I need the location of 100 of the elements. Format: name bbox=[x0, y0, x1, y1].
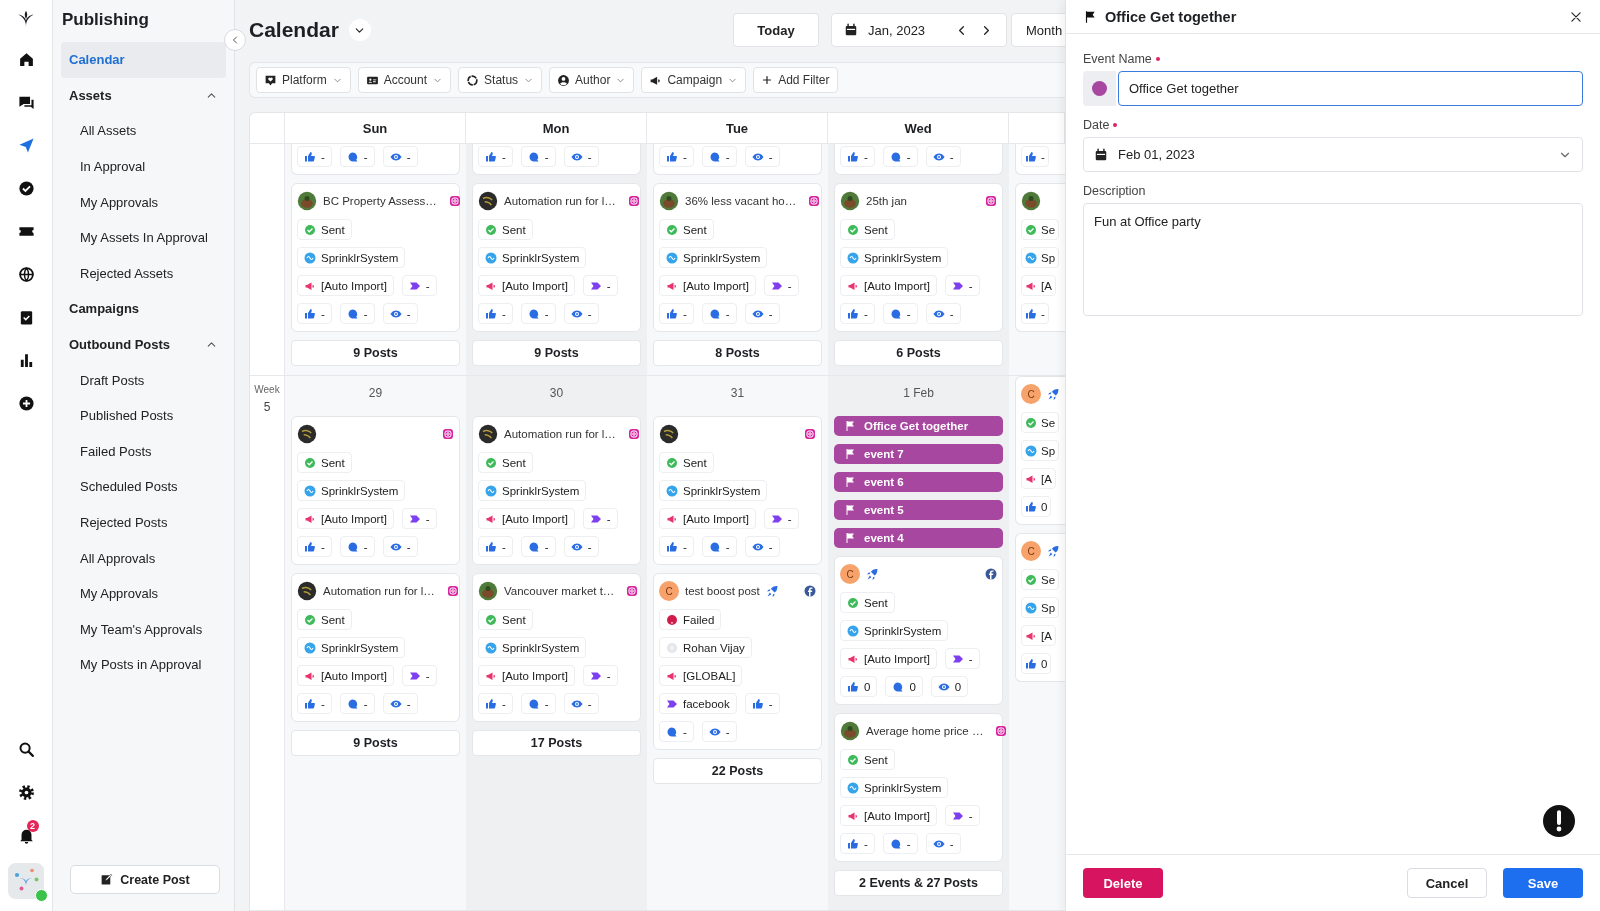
views-count: - bbox=[949, 837, 954, 850]
status-text: Sent bbox=[321, 223, 345, 236]
sidebar-item[interactable]: Published Posts bbox=[61, 397, 226, 434]
check-circle-icon[interactable] bbox=[17, 180, 35, 197]
settings-icon[interactable] bbox=[17, 784, 35, 801]
plus-circle-icon[interactable] bbox=[17, 395, 35, 412]
post-card[interactable]: C Se Sp [A 0 bbox=[1015, 533, 1065, 682]
post-title: Automation run for l… bbox=[323, 585, 435, 597]
sidebar-item[interactable]: All Assets bbox=[61, 113, 226, 149]
sidebar-item[interactable]: Outbound Posts bbox=[61, 326, 226, 363]
sidebar-item[interactable]: All Approvals bbox=[61, 540, 226, 576]
date-field[interactable]: Feb 01, 2023 bbox=[1083, 137, 1583, 172]
post-card[interactable]: Sent SprinklrSystem [Auto Import] - - - - bbox=[291, 416, 460, 565]
likes-count: - bbox=[864, 307, 868, 320]
filter-dropdown[interactable]: Account bbox=[357, 67, 452, 93]
sidebar-item[interactable]: Campaigns bbox=[61, 291, 226, 327]
sidebar-item[interactable]: My Team's Approvals bbox=[61, 611, 226, 648]
post-card[interactable]: 36% less vacant ho… Sent SprinklrSystem [Auto Import] - - - - bbox=[653, 183, 822, 332]
sidebar-item[interactable]: My Posts in Approval bbox=[61, 647, 226, 683]
search-icon[interactable] bbox=[17, 741, 35, 758]
save-button[interactable]: Save bbox=[1503, 868, 1583, 898]
status-text: Sent bbox=[321, 613, 345, 626]
sidebar-item[interactable]: Rejected Posts bbox=[61, 504, 226, 541]
today-button[interactable]: Today bbox=[733, 13, 819, 47]
tag-text: - bbox=[606, 669, 611, 682]
posts-count-button[interactable]: 8 Posts bbox=[653, 340, 822, 366]
posts-count-button[interactable]: 9 Posts bbox=[472, 340, 641, 366]
chat-icon[interactable] bbox=[17, 94, 35, 111]
posts-count-button[interactable]: 6 Posts bbox=[834, 340, 1003, 366]
post-card[interactable]: Automation run for l… Sent SprinklrSystem [Auto Import] - - - - bbox=[472, 416, 641, 565]
post-card[interactable]: - - - bbox=[834, 144, 1003, 175]
post-card[interactable]: - bbox=[1015, 144, 1065, 175]
sidebar-item[interactable]: My Approvals bbox=[61, 184, 226, 220]
views-count: - bbox=[587, 150, 592, 163]
add-filter-button[interactable]: Add Filter bbox=[753, 67, 838, 93]
filter-dropdown[interactable]: Status bbox=[458, 67, 543, 93]
post-card[interactable]: - - - bbox=[472, 144, 641, 175]
post-card[interactable]: Automation run for l… Sent SprinklrSystem [Auto Import] - - - - bbox=[291, 573, 460, 722]
event-bar[interactable]: event 7 bbox=[834, 444, 1003, 464]
likes-count: - bbox=[321, 307, 325, 320]
post-card[interactable]: Se Sp [A - bbox=[1015, 183, 1065, 332]
help-button[interactable] bbox=[1543, 805, 1575, 837]
field-label: Event Name bbox=[1083, 52, 1152, 66]
post-card[interactable]: C Sent SprinklrSystem [Auto Import] - 0 0 0 bbox=[834, 556, 1003, 705]
comment-icon bbox=[708, 150, 721, 163]
post-card[interactable]: - - - bbox=[291, 144, 460, 175]
sidebar-item[interactable]: Calendar bbox=[61, 42, 226, 78]
title-dropdown-button[interactable] bbox=[348, 19, 371, 41]
cancel-button[interactable]: Cancel bbox=[1407, 868, 1487, 898]
view-button[interactable]: Month bbox=[1011, 13, 1065, 47]
sidebar-item[interactable]: Assets bbox=[61, 77, 226, 114]
filter-dropdown[interactable]: Platform bbox=[256, 67, 351, 93]
tag-text: - bbox=[425, 279, 430, 292]
create-post-button[interactable]: Create Post bbox=[70, 865, 220, 894]
account-name: SprinklrSystem bbox=[864, 781, 942, 794]
posts-count-button[interactable]: 9 Posts bbox=[291, 340, 460, 366]
post-card[interactable]: BC Property Assess… Sent SprinklrSystem [Auto Import] - - - - bbox=[291, 183, 460, 332]
sidebar-item[interactable]: Failed Posts bbox=[61, 433, 226, 470]
event-bar[interactable]: event 5 bbox=[834, 500, 1003, 520]
post-card[interactable]: Sent SprinklrSystem [Auto Import] - - - - bbox=[653, 416, 822, 565]
sidebar-item[interactable]: Draft Posts bbox=[61, 362, 226, 398]
day-number: 30 bbox=[548, 385, 565, 402]
paper-plane-icon[interactable] bbox=[17, 137, 35, 154]
sidebar-item[interactable]: Rejected Assets bbox=[61, 255, 226, 292]
post-card[interactable]: Vancouver market t… Sent SprinklrSystem [Auto Import] - - - - bbox=[472, 573, 641, 722]
date-picker[interactable]: Jan, 2023 bbox=[831, 13, 1007, 47]
likes-count: - bbox=[321, 697, 325, 710]
post-card[interactable]: C Se Sp [A 0 bbox=[1015, 376, 1065, 525]
event-bar[interactable]: event 4 bbox=[834, 528, 1003, 548]
event-name-input[interactable]: Office Get together bbox=[1118, 71, 1583, 106]
event-bar[interactable]: Office Get together bbox=[834, 416, 1003, 436]
thumbs-up-icon bbox=[847, 680, 859, 693]
post-card[interactable]: - - - bbox=[653, 144, 822, 175]
post-card[interactable]: Average home price … Sent SprinklrSystem [Auto Import] - - - - bbox=[834, 713, 1003, 862]
filter-dropdown[interactable]: Campaign bbox=[641, 67, 747, 93]
comments-count: - bbox=[363, 307, 368, 320]
sidebar-item[interactable]: Scheduled Posts bbox=[61, 469, 226, 505]
filter-dropdown[interactable]: Author bbox=[549, 67, 635, 93]
posts-count-button[interactable]: 22 Posts bbox=[653, 758, 822, 784]
globe-icon[interactable] bbox=[17, 266, 35, 283]
avatar-icon bbox=[478, 424, 498, 444]
sidebar-item[interactable]: My Approvals bbox=[61, 575, 226, 612]
delete-button[interactable]: Delete bbox=[1083, 868, 1163, 898]
post-card[interactable]: 25th jan Sent SprinklrSystem [Auto Import] - - - - bbox=[834, 183, 1003, 332]
color-picker[interactable] bbox=[1083, 71, 1116, 106]
posts-count-button[interactable]: 2 Events & 27 Posts bbox=[834, 870, 1003, 896]
home-icon[interactable] bbox=[17, 51, 35, 68]
status-text: Se bbox=[1041, 223, 1056, 236]
close-icon[interactable] bbox=[1569, 9, 1583, 24]
likes-count: 0 bbox=[864, 680, 871, 693]
description-input[interactable]: Fun at Office party bbox=[1083, 203, 1583, 316]
posts-count-button[interactable]: 17 Posts bbox=[472, 730, 641, 756]
likes-count: - bbox=[864, 150, 868, 163]
post-card[interactable]: Automation run for l… Sent SprinklrSystem [Auto Import] - - - - bbox=[472, 183, 641, 332]
sidebar-item[interactable]: In Approval bbox=[61, 148, 226, 185]
sidebar-item[interactable]: My Assets In Approval bbox=[61, 219, 226, 256]
week-label: Week bbox=[254, 384, 280, 395]
posts-count-button[interactable]: 9 Posts bbox=[291, 730, 460, 756]
post-card[interactable]: C test boost post Failed Rohan Vijay [GLOBAL] facebook - - - bbox=[653, 573, 822, 750]
event-bar[interactable]: event 6 bbox=[834, 472, 1003, 492]
